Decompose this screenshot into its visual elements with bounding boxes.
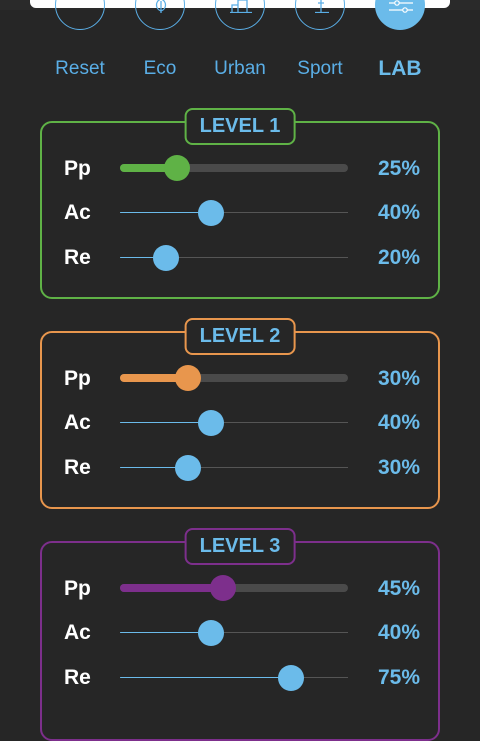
slider-value: 30% <box>377 456 420 479</box>
slider-label: Ac <box>64 621 91 644</box>
ac-slider-thumb[interactable] <box>198 199 225 226</box>
pp-slider-track[interactable] <box>120 575 348 601</box>
slider-label: Pp <box>64 577 91 600</box>
ac-slider-thumb[interactable] <box>198 409 225 436</box>
leaf-icon <box>135 0 185 30</box>
re-slider-fill <box>120 677 291 678</box>
level-1-title: LEVEL 1 <box>184 108 296 145</box>
pp-slider-fill <box>120 584 223 592</box>
level-1-re-row: Re 20% <box>42 238 442 278</box>
level-3-title: LEVEL 3 <box>184 528 296 565</box>
slider-value: 45% <box>377 577 420 600</box>
pp-slider-track[interactable] <box>120 155 348 181</box>
level-2-panel: LEVEL 2 Pp 30% Ac 40% Re 30% <box>40 318 442 509</box>
re-slider-track[interactable] <box>120 664 348 691</box>
level-1-ac-row: Ac 40% <box>42 193 442 233</box>
level-3-pp-row: Pp 45% <box>42 569 442 609</box>
level-2-title: LEVEL 2 <box>184 318 296 355</box>
slider-value: 40% <box>377 621 420 644</box>
ac-slider-thumb[interactable] <box>198 619 225 646</box>
level-1-pp-row: Pp 25% <box>42 149 442 189</box>
level-3-ac-row: Ac 40% <box>42 613 442 653</box>
level-2-re-row: Re 30% <box>42 448 442 488</box>
ac-slider-track[interactable] <box>120 619 348 646</box>
slider-value: 75% <box>377 666 420 689</box>
pp-slider-thumb[interactable] <box>164 155 190 181</box>
reset-icon <box>55 0 105 30</box>
re-slider-track[interactable] <box>120 454 348 481</box>
mode-eco-label: Eco <box>143 58 177 79</box>
building-icon <box>215 0 265 30</box>
level-2-ac-row: Ac 40% <box>42 403 442 443</box>
slider-label: Ac <box>64 411 91 434</box>
pp-slider-track[interactable] <box>120 365 348 391</box>
re-slider-thumb[interactable] <box>152 244 179 271</box>
slider-label: Ac <box>64 201 91 224</box>
re-slider-thumb[interactable] <box>175 454 202 481</box>
re-slider-track[interactable] <box>120 244 348 271</box>
level-1-panel: LEVEL 1 Pp 25% Ac 40% Re 20% <box>40 108 442 299</box>
pp-slider-thumb[interactable] <box>175 365 202 391</box>
sport-icon <box>295 0 345 30</box>
re-slider-thumb[interactable] <box>278 664 304 691</box>
mode-sport-label: Sport <box>297 58 343 79</box>
slider-label: Pp <box>64 157 91 180</box>
slider-value: 40% <box>377 411 420 434</box>
pp-slider-thumb[interactable] <box>209 575 236 601</box>
mode-lab-label: LAB <box>378 57 422 80</box>
level-3-re-row: Re 75% <box>42 658 442 698</box>
mode-reset-label: Reset <box>55 58 105 79</box>
ac-slider-track[interactable] <box>120 409 348 436</box>
level-3-panel: LEVEL 3 Pp 45% Ac 40% Re 75% <box>40 528 442 741</box>
ac-slider-track[interactable] <box>120 199 348 226</box>
slider-label: Re <box>64 246 91 269</box>
mode-urban-label: Urban <box>214 58 266 79</box>
slider-value: 25% <box>377 157 420 180</box>
slider-label: Re <box>64 456 91 479</box>
slider-value: 30% <box>377 367 420 390</box>
sliders-icon <box>375 0 425 30</box>
level-2-pp-row: Pp 30% <box>42 359 442 399</box>
slider-label: Re <box>64 666 91 689</box>
slider-value: 20% <box>377 246 420 269</box>
slider-value: 40% <box>377 201 420 224</box>
slider-label: Pp <box>64 367 91 390</box>
